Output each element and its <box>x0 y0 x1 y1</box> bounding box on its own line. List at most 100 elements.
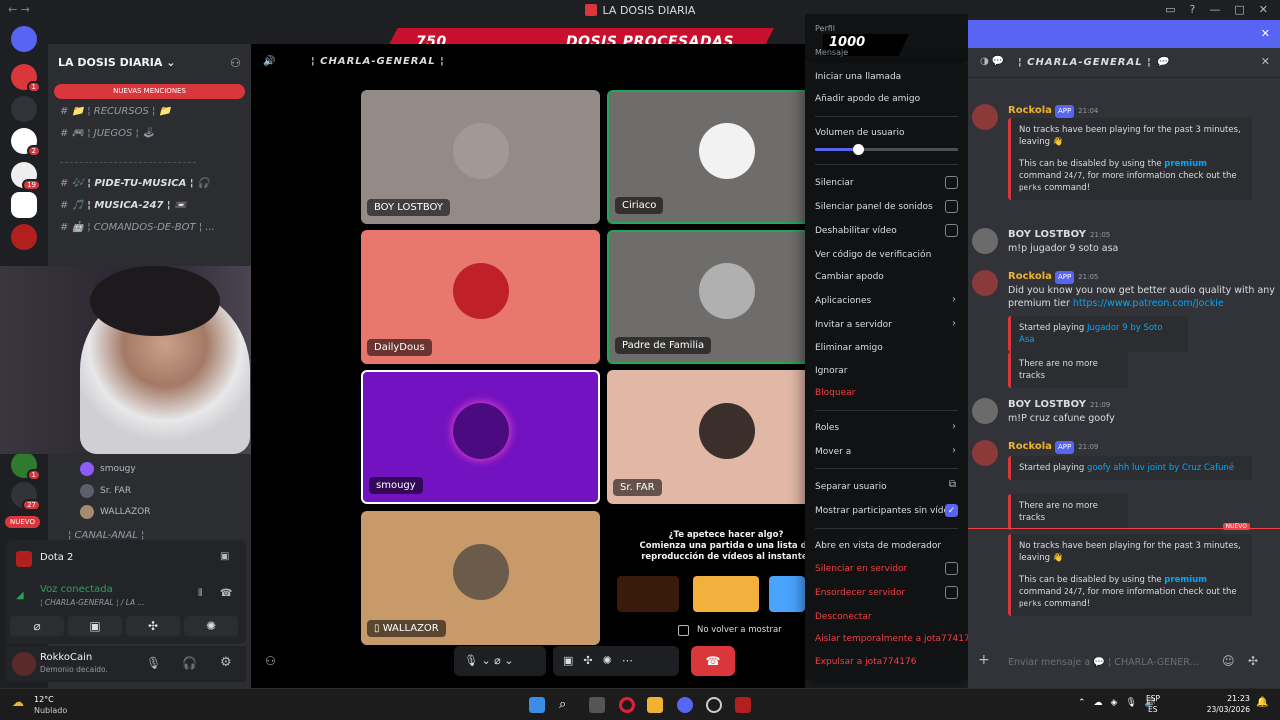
mute-checkbox[interactable] <box>945 176 958 189</box>
menu-separate-user[interactable]: Separar usuario <box>815 482 887 492</box>
username[interactable]: RokkoCain <box>40 652 92 663</box>
activity-icon[interactable]: ▣ <box>220 551 229 562</box>
message-author[interactable]: BOY LOSTBOY <box>1008 399 1086 410</box>
apps-icon[interactable]: ✣ <box>1248 654 1258 668</box>
channel-musica-247[interactable]: # 🎵 ¦ MUSICA-247 ¦ 📼 <box>60 200 187 211</box>
menu-move[interactable]: Mover a <box>815 447 851 457</box>
channel-comandos-de-bot[interactable]: # 🤖 ¦ COMANDOS-DE-BOT ¦ ... <box>60 222 215 233</box>
opera-icon[interactable] <box>619 697 635 713</box>
patreon-link[interactable]: https://www.patreon.com/Jockie <box>1073 298 1224 309</box>
message-author[interactable]: Rockola <box>1008 441 1052 452</box>
invite-icon[interactable]: ⚇ <box>265 654 276 668</box>
channel-pide-tu-musica[interactable]: # 🎶 ¦ PIDE-TU-MUSICA ¦ 🎧 <box>60 178 209 189</box>
no-show-checkbox[interactable] <box>678 625 689 636</box>
activities-button[interactable]: ✣ <box>126 616 180 636</box>
server-deafen-checkbox[interactable] <box>945 586 958 599</box>
server-icon[interactable]: 2 <box>11 128 41 157</box>
menu-mute[interactable]: Silenciar <box>815 178 854 188</box>
voice-user[interactable]: smougy <box>80 462 136 476</box>
noise-icon[interactable]: ⦀ <box>198 588 202 599</box>
message-author[interactable]: Rockola <box>1008 105 1052 116</box>
disable-video-checkbox[interactable] <box>945 224 958 237</box>
menu-start-call[interactable]: Iniciar una llamada <box>815 72 901 82</box>
activity-card[interactable] <box>617 576 679 612</box>
server-icon[interactable] <box>11 96 37 122</box>
temperature[interactable]: 12°C <box>34 695 54 704</box>
windows-start-icon[interactable] <box>529 697 545 713</box>
new-mentions-pill[interactable]: NUEVAS MENCIONES <box>54 84 245 99</box>
server-icon[interactable]: 19 <box>11 162 41 191</box>
video-tile[interactable]: BOY LOSTBOY <box>361 90 600 224</box>
server-icon[interactable] <box>11 192 37 218</box>
menu-server-mute[interactable]: Silenciar en servidor <box>815 564 907 574</box>
file-explorer-icon[interactable] <box>647 697 663 713</box>
search-icon[interactable]: ⌕ <box>559 697 575 713</box>
steam-icon[interactable] <box>706 697 722 713</box>
voice-user[interactable]: WALLAZOR <box>80 505 150 519</box>
server-mute-checkbox[interactable] <box>945 562 958 575</box>
channel-juegos[interactable]: # 🎮 ¦ JUEGOS ¦ 🕹 <box>60 128 155 139</box>
menu-apps[interactable]: Aplicaciones <box>815 296 871 306</box>
avatar[interactable] <box>12 652 36 676</box>
voice-channel[interactable]: ¦ CHARLA-GENERAL ¦ / LA ... <box>40 598 145 607</box>
menu-verification-code[interactable]: Ver código de verificación <box>815 250 931 260</box>
notifications-icon[interactable]: 🔔 <box>1256 697 1268 708</box>
avatar[interactable] <box>972 270 998 296</box>
minimize-icon[interactable]: — <box>1209 3 1220 16</box>
menu-disconnect[interactable]: Desconectar <box>815 612 872 622</box>
message-input[interactable]: Enviar mensaje a 💬 ¦ CHARLA-GENER... <box>1008 657 1208 668</box>
dota-icon[interactable] <box>735 697 751 713</box>
video-tile[interactable]: DailyDous <box>361 230 600 364</box>
discord-icon[interactable] <box>677 697 693 713</box>
menu-mute-soundboard[interactable]: Silenciar panel de sonidos <box>815 202 933 212</box>
activity-card[interactable] <box>769 576 805 612</box>
video-tile[interactable]: ▯ WALLAZOR <box>361 511 600 645</box>
video-tile[interactable]: smougy <box>361 370 600 504</box>
add-friend-icon[interactable]: ⚇ <box>230 56 241 70</box>
stage-tools[interactable]: ▣✣✺⋯ <box>553 646 679 676</box>
mic-camera-controls[interactable]: 🎙 ⌄ ⌀ ⌄ <box>454 646 546 676</box>
window-controls[interactable]: ▭? — □ ✕ <box>1165 3 1268 16</box>
add-attachment-icon[interactable]: + <box>978 652 990 668</box>
avatar[interactable] <box>972 398 998 424</box>
close-icon[interactable]: ✕ <box>1259 3 1268 16</box>
home-icon[interactable] <box>11 26 37 52</box>
guild-name[interactable]: LA DOSIS DIARIA ⌄ <box>58 56 175 69</box>
menu-change-nickname[interactable]: Cambiar apodo <box>815 272 884 282</box>
help-icon[interactable]: ? <box>1190 3 1196 16</box>
menu-remove-friend[interactable]: Eliminar amigo <box>815 343 883 353</box>
disconnect-icon[interactable]: ☎ <box>220 588 232 599</box>
menu-disable-video[interactable]: Deshabilitar vídeo <box>815 226 897 236</box>
microphone-icon[interactable]: 🎙 <box>146 656 161 670</box>
avatar[interactable] <box>972 228 998 254</box>
soundboard-button[interactable]: ✺ <box>184 616 238 636</box>
back-forward-icons[interactable]: ← → <box>8 3 30 16</box>
menu-show-no-video[interactable]: Mostrar participantes sin vídeo <box>815 506 955 516</box>
headphones-icon[interactable]: 🎧 <box>182 656 197 670</box>
message-author[interactable]: Rockola <box>1008 271 1052 282</box>
message-author[interactable]: BOY LOSTBOY <box>1008 229 1086 240</box>
server-icon[interactable]: 1 <box>11 452 41 481</box>
voice-status[interactable]: Voz conectada <box>40 584 113 595</box>
menu-add-nickname[interactable]: Añadir apodo de amigo <box>815 94 920 104</box>
menu-mod-view[interactable]: Abre en vista de moderador <box>815 541 941 551</box>
screen-share-button[interactable]: ▣ <box>68 616 122 636</box>
close-chat-icon[interactable]: ✕ <box>1261 55 1270 68</box>
volume-slider-handle[interactable] <box>852 144 864 155</box>
close-notice-icon[interactable]: ✕ <box>1261 27 1270 40</box>
camera-off-button[interactable]: ⌀ <box>10 616 64 636</box>
menu-timeout[interactable]: Aislar temporalmente a jota774176 <box>815 634 975 644</box>
avatar[interactable] <box>972 104 998 130</box>
maximize-icon[interactable]: □ <box>1234 3 1244 16</box>
emoji-icon[interactable]: ☺ <box>1222 654 1235 668</box>
input-language[interactable]: ESP <box>1146 694 1160 703</box>
mute-soundboard-checkbox[interactable] <box>945 200 958 213</box>
settings-gear-icon[interactable]: ⚙ <box>220 655 232 670</box>
menu-roles[interactable]: Roles <box>815 423 839 433</box>
clock-time[interactable]: 21:23 <box>1222 694 1250 703</box>
server-icon[interactable]: 1 <box>11 64 41 93</box>
avatar[interactable] <box>972 440 998 466</box>
inbox-icon[interactable]: ▭ <box>1165 3 1175 16</box>
activity-card[interactable] <box>693 576 759 612</box>
server-icon[interactable]: 27 <box>11 482 41 511</box>
